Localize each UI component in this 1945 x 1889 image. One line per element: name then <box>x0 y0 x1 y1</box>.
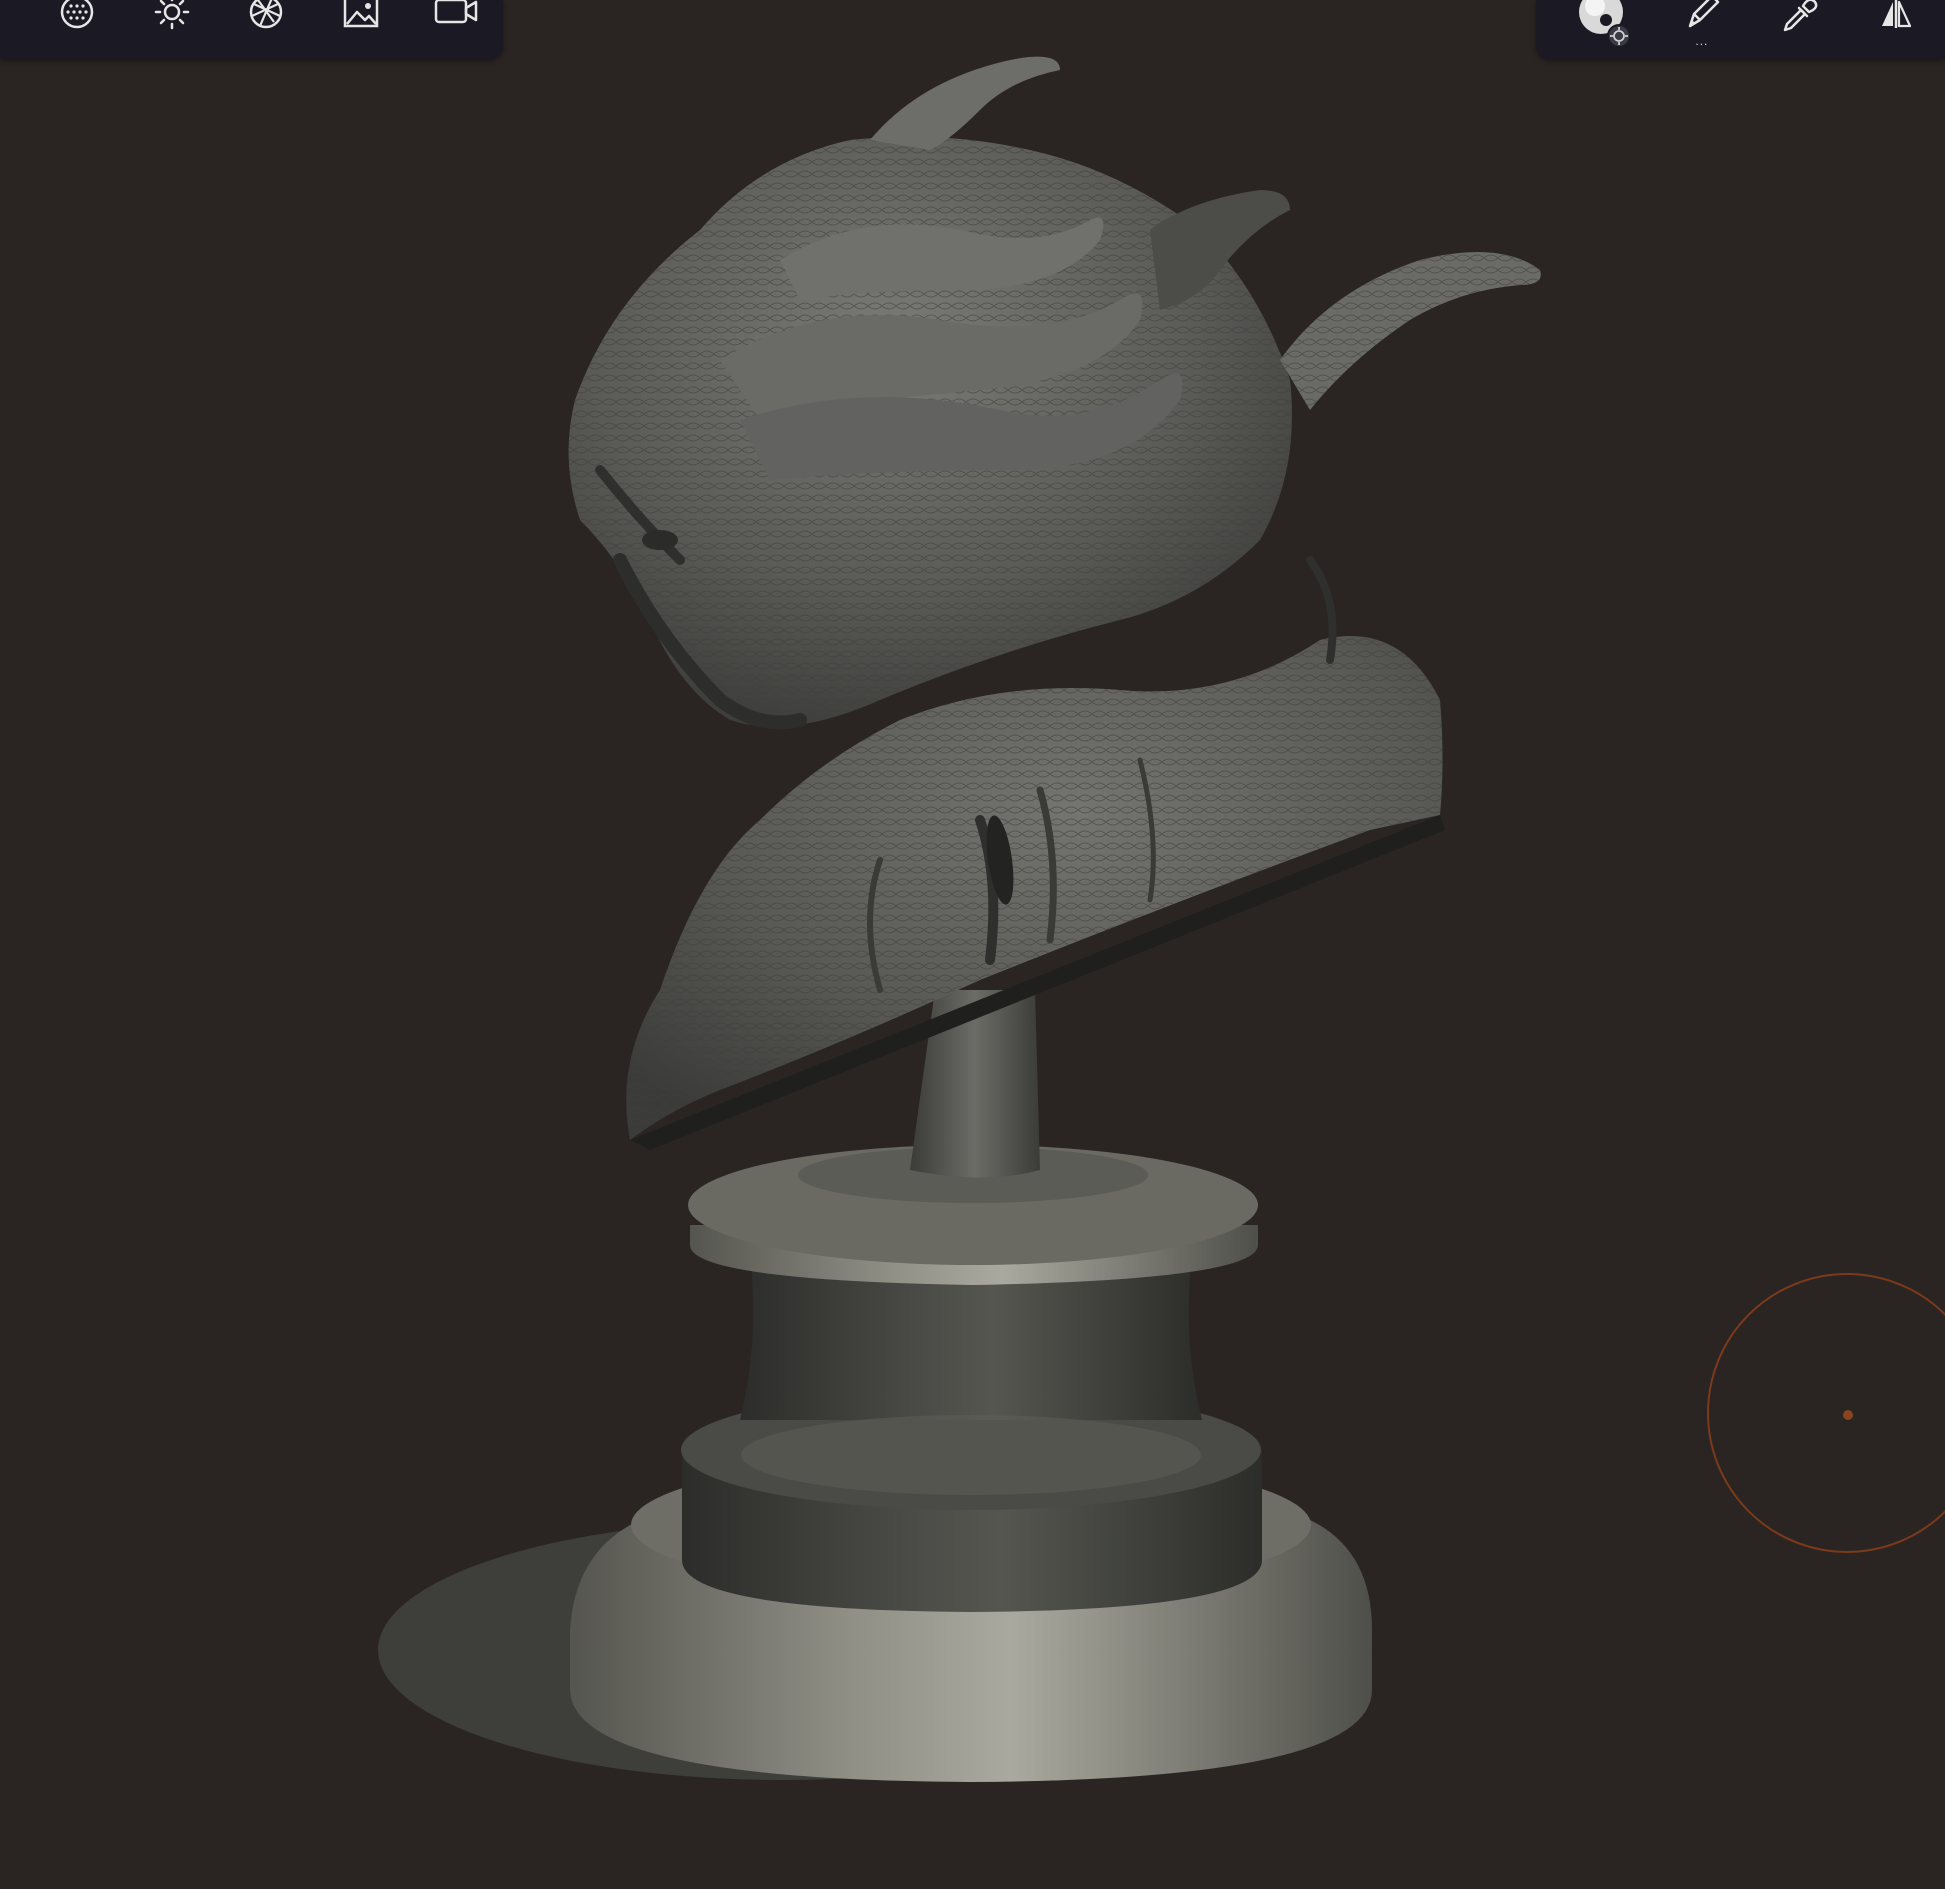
image-icon[interactable] <box>314 0 409 59</box>
matcap-sphere-icon[interactable] <box>30 0 125 59</box>
video-camera-icon[interactable] <box>408 0 503 59</box>
eyedropper-icon[interactable] <box>1751 0 1848 59</box>
sculpt-model[interactable] <box>0 0 1945 1889</box>
sun-icon[interactable] <box>125 0 220 59</box>
brush-options-badge: ... <box>1695 34 1709 48</box>
pen-icon[interactable]: ... <box>1653 0 1750 59</box>
brush-center-dot <box>1843 1410 1853 1420</box>
aperture-icon[interactable] <box>219 0 314 59</box>
tools-toolbar: ... <box>1536 0 1945 59</box>
symmetry-icon[interactable] <box>1848 0 1945 59</box>
material-ball-icon[interactable] <box>1556 0 1653 59</box>
view-toolbar <box>0 0 503 59</box>
sculpt-viewport[interactable]: ... <box>0 0 1945 1889</box>
